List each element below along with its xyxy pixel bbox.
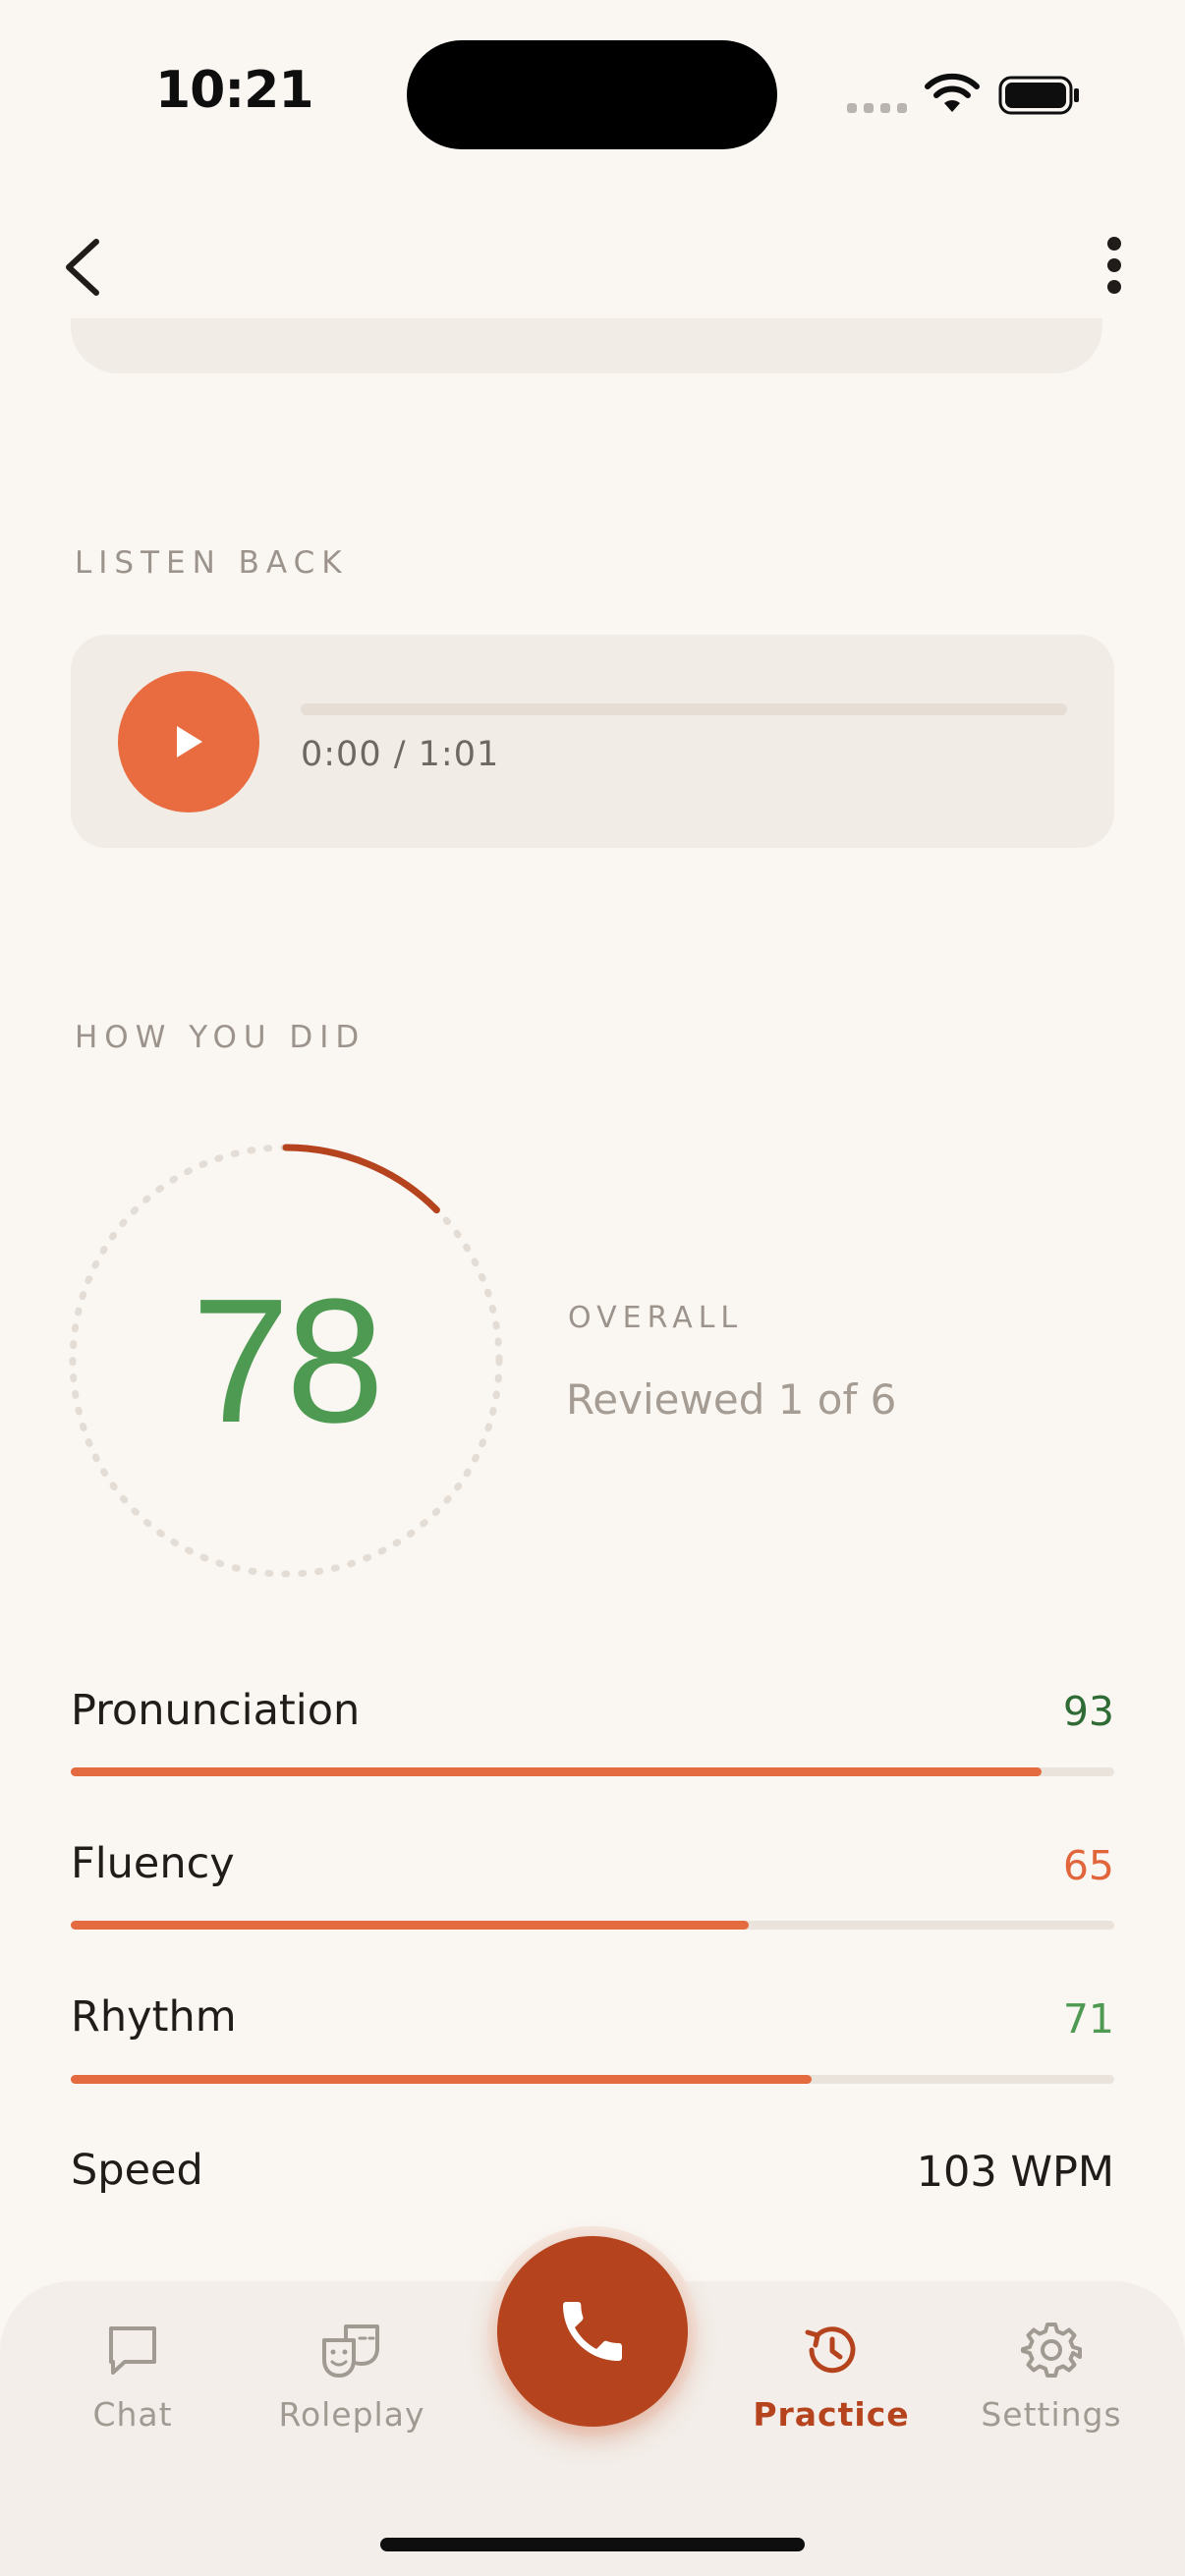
tab-chat[interactable]: Chat bbox=[34, 2319, 231, 2466]
metric-rhythm-fill bbox=[71, 2075, 813, 2084]
metric-speed-label: Speed bbox=[71, 2146, 203, 2195]
metric-rhythm-value: 71 bbox=[1062, 1995, 1114, 2043]
metric-pronunciation-value: 93 bbox=[1062, 1688, 1114, 1735]
tab-chat-label: Chat bbox=[92, 2395, 173, 2434]
dynamic-island bbox=[407, 40, 777, 149]
audio-time-readout: 0:00 / 1:01 bbox=[301, 735, 500, 774]
tab-practice-label: Practice bbox=[753, 2395, 910, 2434]
metric-fluency-bar bbox=[71, 1921, 1114, 1930]
how-you-did-heading: HOW YOU DID bbox=[75, 1020, 367, 1055]
overall-label: OVERALL bbox=[568, 1301, 744, 1335]
listen-back-heading: LISTEN BACK bbox=[75, 545, 349, 581]
previous-card bbox=[71, 318, 1102, 373]
audio-progress-bar[interactable] bbox=[301, 703, 1067, 715]
gear-icon bbox=[1021, 2323, 1082, 2378]
theater-masks-icon bbox=[322, 2324, 379, 2378]
status-time: 10:21 bbox=[155, 61, 314, 120]
metric-rhythm-label: Rhythm bbox=[71, 1992, 237, 2042]
battery-icon bbox=[998, 76, 1079, 115]
metric-rhythm-bar bbox=[71, 2075, 1114, 2084]
play-button[interactable] bbox=[118, 671, 259, 812]
chat-bubble-icon bbox=[109, 2326, 156, 2375]
metric-fluency-fill bbox=[71, 1921, 750, 1930]
metric-fluency-label: Fluency bbox=[71, 1839, 235, 1888]
metric-pronunciation-fill bbox=[71, 1767, 1042, 1776]
metric-fluency-value: 65 bbox=[1062, 1842, 1114, 1889]
home-indicator bbox=[380, 2538, 805, 2551]
metric-pronunciation-bar bbox=[71, 1767, 1114, 1776]
tab-settings-label: Settings bbox=[981, 2395, 1122, 2434]
overall-score: 78 bbox=[191, 1261, 384, 1460]
cellular-signal-icon bbox=[847, 103, 907, 113]
back-button[interactable] bbox=[55, 228, 114, 307]
tab-roleplay-label: Roleplay bbox=[278, 2395, 425, 2434]
reviewed-count: Reviewed 1 of 6 bbox=[566, 1375, 897, 1424]
tab-settings[interactable]: Settings bbox=[953, 2319, 1150, 2466]
tab-roleplay[interactable]: Roleplay bbox=[254, 2319, 450, 2466]
history-clock-icon bbox=[805, 2326, 856, 2374]
wifi-icon bbox=[925, 73, 980, 112]
metric-speed-value: 103 WPM bbox=[916, 2148, 1114, 2197]
play-icon bbox=[177, 726, 202, 757]
phone-icon bbox=[563, 2302, 622, 2361]
metric-pronunciation-label: Pronunciation bbox=[71, 1686, 361, 1735]
tab-practice[interactable]: Practice bbox=[733, 2319, 930, 2466]
call-button[interactable] bbox=[497, 2236, 688, 2427]
more-options-icon[interactable] bbox=[1091, 228, 1138, 307]
